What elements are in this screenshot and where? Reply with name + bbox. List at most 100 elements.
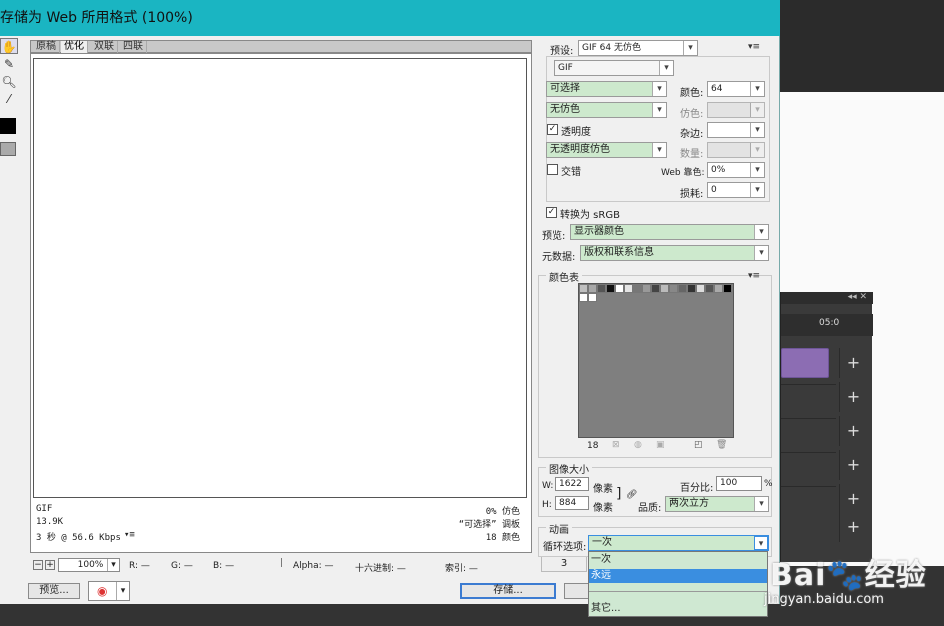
tab-2up[interactable]: 双联 — [91, 41, 118, 53]
slice-select-tool-icon[interactable]: ✎ — [0, 56, 18, 72]
eyedropper-tool-icon[interactable]: ⁄ — [0, 91, 18, 107]
color-swatch[interactable] — [696, 284, 705, 293]
percent-input[interactable]: 100 — [716, 476, 762, 491]
animation-title: 动画 — [546, 521, 572, 536]
color-swatch[interactable] — [606, 284, 615, 293]
tab-4up[interactable]: 四联 — [120, 41, 147, 53]
image-size-title: 图像大小 — [546, 461, 592, 476]
loop-label: 循环选项: — [543, 542, 587, 553]
format-select[interactable]: GIF ▾ — [554, 60, 674, 76]
toggle-slices-visibility-icon[interactable] — [0, 142, 16, 156]
transparent-swatch[interactable] — [588, 293, 597, 302]
timeline-clip[interactable] — [781, 348, 829, 378]
info-dither: 0% 仿色 — [485, 507, 520, 517]
add-track-icon[interactable]: + — [839, 484, 867, 514]
height-input[interactable]: 884 — [555, 496, 589, 510]
add-track-icon[interactable]: + — [839, 348, 867, 378]
browser-select[interactable]: ◉ ▾ — [88, 581, 130, 601]
preset-select[interactable]: GIF 64 无仿色 ▾ — [578, 40, 698, 56]
color-swatch[interactable] — [579, 293, 588, 302]
colors-label: 颜色: — [680, 88, 704, 99]
optimize-menu-icon[interactable]: ▾≡ — [748, 42, 760, 52]
chevron-down-icon: ▾ — [659, 61, 673, 75]
loop-option-once[interactable]: 一次 — [589, 553, 767, 567]
quality-select[interactable]: 两次立方 ▾ — [665, 496, 769, 512]
color-swatch[interactable] — [624, 284, 633, 293]
height-label: H: — [542, 500, 552, 510]
chevron-down-icon: ▾ — [652, 103, 666, 117]
lossy-select[interactable]: 0 ▾ — [707, 182, 765, 198]
preview-mode-label: 预览: — [542, 231, 566, 242]
preview-button[interactable]: 预览... — [28, 583, 80, 599]
color-table-menu-icon[interactable]: ▾≡ — [748, 271, 760, 281]
color-swatch[interactable] — [615, 284, 624, 293]
timeline-ruler: 05:0 — [781, 314, 873, 336]
add-track-icon[interactable]: + — [839, 512, 867, 542]
web-shift-icon[interactable]: ◍ — [634, 440, 642, 450]
tab-optimized[interactable]: 优化 — [61, 41, 88, 53]
preview-mode-select[interactable]: 显示器颜色 ▾ — [570, 224, 769, 240]
dialog-titlebar[interactable]: 存储为 Web 所用格式 (100%) — [0, 0, 780, 36]
color-table-swatches[interactable] — [578, 283, 734, 438]
color-reduction-select[interactable]: 可选择 ▾ — [546, 81, 667, 97]
loop-select[interactable]: 一次 ▾ — [588, 535, 769, 551]
color-swatch[interactable] — [660, 284, 669, 293]
info-palette: “可选择” 调板 — [458, 520, 520, 530]
metadata-select[interactable]: 版权和联系信息 ▾ — [580, 245, 769, 261]
color-swatch[interactable] — [597, 284, 606, 293]
chevron-down-icon: ▾ — [754, 497, 768, 511]
color-swatch[interactable] — [642, 284, 651, 293]
download-speed-menu-icon[interactable]: ▾≡ — [124, 530, 135, 540]
loop-option-forever[interactable]: 永远 — [589, 569, 767, 583]
chevron-down-icon: ▾ — [750, 183, 764, 197]
link-icon[interactable]: 🔗︎ — [626, 490, 637, 500]
colors-select[interactable]: 64 ▾ — [707, 81, 765, 97]
add-track-icon[interactable]: + — [839, 416, 867, 446]
color-swatch[interactable] — [678, 284, 687, 293]
optimized-image-preview[interactable] — [33, 58, 527, 498]
color-swatch[interactable] — [723, 284, 732, 293]
web-snap-select[interactable]: 0% ▾ — [707, 162, 765, 178]
loop-option-separator — [589, 591, 767, 592]
lock-color-icon[interactable]: ▣ — [656, 440, 665, 450]
interlaced-checkbox[interactable] — [547, 164, 558, 175]
color-swatch[interactable] — [687, 284, 696, 293]
animation-frame-field[interactable]: 3 — [541, 556, 587, 572]
loop-option-other[interactable]: 其它... — [589, 602, 767, 616]
trash-icon[interactable]: 🗑︎ — [716, 440, 727, 450]
color-swatch[interactable] — [705, 284, 714, 293]
add-track-icon[interactable]: + — [839, 450, 867, 480]
color-reduction-value: 可选择 — [550, 83, 580, 94]
hand-tool-icon[interactable]: ✋ — [0, 38, 18, 54]
add-track-icon[interactable]: + — [839, 382, 867, 412]
color-swatch[interactable] — [579, 284, 588, 293]
new-color-icon[interactable]: ◰ — [694, 440, 703, 450]
panel-collapse-icon[interactable]: ◂◂ ✕ — [781, 292, 873, 304]
convert-srgb-checkbox[interactable]: ✓ — [546, 207, 557, 218]
map-transparent-icon[interactable]: ⊠ — [612, 440, 620, 450]
dither-amount-label: 仿色: — [680, 109, 704, 120]
transparency-checkbox[interactable]: ✓ — [547, 124, 558, 135]
timeline-marker: 05:0 — [819, 318, 840, 328]
amount-label: 数量: — [680, 149, 704, 160]
color-swatch[interactable] — [588, 284, 597, 293]
dither-select[interactable]: 无仿色 ▾ — [546, 102, 667, 118]
color-swatch[interactable] — [633, 284, 642, 293]
eyedropper-color-swatch[interactable] — [0, 118, 16, 134]
save-button[interactable]: 存储... — [460, 583, 556, 599]
zoom-in-button[interactable]: + — [45, 560, 55, 570]
tab-original[interactable]: 原稿 — [33, 41, 60, 53]
width-input[interactable]: 1622 — [555, 477, 589, 491]
transparency-dither-select[interactable]: 无透明度仿色 ▾ — [546, 142, 667, 158]
status-divider: | — [280, 558, 284, 568]
color-swatch[interactable] — [651, 284, 660, 293]
zoom-select[interactable]: 100% ▾ — [58, 558, 120, 572]
color-swatch[interactable] — [714, 284, 723, 293]
zoom-tool-icon[interactable]: 🔍︎ — [0, 74, 18, 90]
browser-icon: ◉ — [97, 584, 108, 598]
color-swatch[interactable] — [669, 284, 678, 293]
web-snap-value: 0% — [711, 165, 726, 175]
readout-g: G: — — [171, 561, 193, 571]
matte-select[interactable]: ▾ — [707, 122, 765, 138]
zoom-out-button[interactable]: − — [33, 560, 43, 570]
